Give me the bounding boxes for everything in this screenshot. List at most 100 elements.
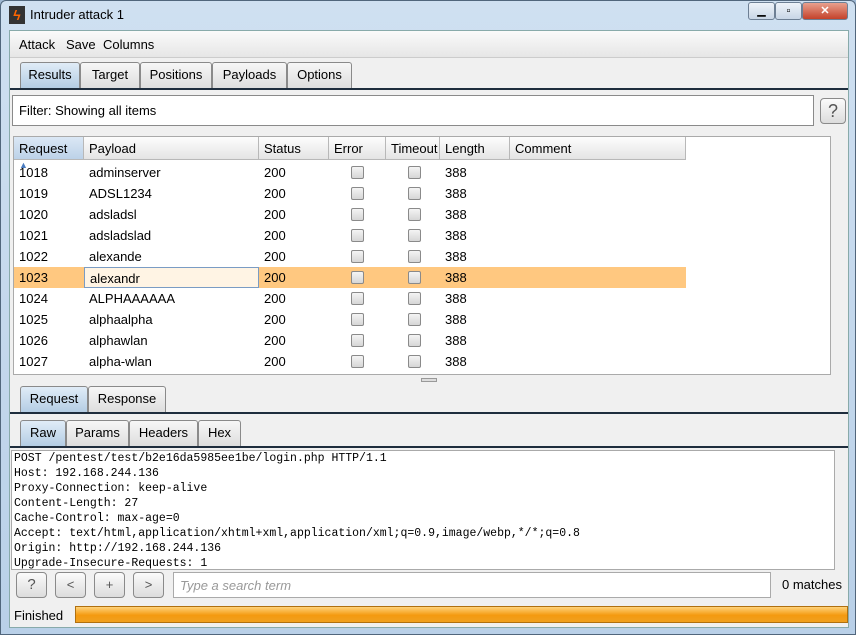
payload-cell: adsladslad: [89, 228, 152, 243]
tab-options[interactable]: Options: [287, 62, 352, 88]
status-cell: 200: [264, 207, 286, 222]
view-tab-divider: [10, 446, 848, 448]
length-cell: 388: [445, 249, 467, 264]
comment-cell: [510, 204, 520, 225]
table-row[interactable]: 1019 ADSL1234 200 388: [14, 183, 686, 204]
error-checkbox: [351, 208, 364, 221]
split-pane-divider[interactable]: [421, 378, 437, 382]
table-row[interactable]: 1025 alphaalpha 200 388: [14, 309, 686, 330]
table-row[interactable]: 1021 adsladslad 200 388: [14, 225, 686, 246]
search-previous-button[interactable]: <: [55, 572, 86, 598]
payload-cell: alphaalpha: [89, 312, 153, 327]
length-cell: 388: [445, 333, 467, 348]
search-input[interactable]: Type a search term: [173, 572, 771, 598]
error-checkbox: [351, 166, 364, 179]
column-header-payload[interactable]: Payload: [84, 137, 259, 160]
request-line: Content-Length: 27: [14, 497, 139, 510]
maximize-button[interactable]: ▫: [775, 2, 802, 20]
table-row[interactable]: 1024 ALPHAAAAAA 200 388: [14, 288, 686, 309]
timeout-checkbox: [408, 166, 421, 179]
column-header-request[interactable]: Request ▲: [14, 137, 84, 170]
tab-raw[interactable]: Raw: [20, 420, 66, 446]
request-cell: 1026: [19, 333, 48, 348]
status-cell: 200: [264, 249, 286, 264]
close-button[interactable]: ✕: [802, 2, 848, 20]
editor-scrollbar[interactable]: ▲ ▼: [834, 451, 835, 569]
request-line: Cache-Control: max-age=0: [14, 512, 180, 525]
request-cell: 1024: [19, 291, 48, 306]
error-checkbox: [351, 187, 364, 200]
error-checkbox: [351, 355, 364, 368]
payload-cell: adsladsl: [89, 207, 137, 222]
status-cell: 200: [264, 333, 286, 348]
tab-results[interactable]: Results: [20, 62, 80, 88]
column-label: Request: [19, 141, 68, 156]
status-cell: 200: [264, 291, 286, 306]
payload-cell: alexande: [89, 249, 142, 264]
error-checkbox: [351, 250, 364, 263]
error-checkbox: [351, 334, 364, 347]
menu-attack[interactable]: Attack: [19, 37, 55, 52]
column-header-error[interactable]: Error: [329, 137, 386, 160]
request-cell: 1020: [19, 207, 48, 222]
search-next-button[interactable]: >: [133, 572, 164, 598]
status-cell: 200: [264, 186, 286, 201]
results-table: Request ▲ Payload Status Error Timeout L…: [13, 136, 831, 375]
intruder-window: ϟ Intruder attack 1 ▁ ▫ ✕ Attack Save Co…: [0, 0, 856, 635]
length-cell: 388: [445, 207, 467, 222]
tab-positions[interactable]: Positions: [140, 62, 212, 88]
column-header-comment[interactable]: Comment: [510, 137, 686, 160]
table-row[interactable]: 1027 alpha-wlan 200 388: [14, 351, 686, 372]
menu-columns[interactable]: Columns: [103, 37, 154, 52]
timeout-checkbox: [408, 187, 421, 200]
comment-cell: [510, 309, 520, 330]
payload-cell: ADSL1234: [89, 186, 152, 201]
progress-bar: [75, 606, 848, 623]
window-title: Intruder attack 1: [30, 7, 124, 22]
filter-help-button[interactable]: ?: [820, 98, 846, 124]
table-row[interactable]: 1020 adsladsl 200 388: [14, 204, 686, 225]
table-row[interactable]: 1026 alphawlan 200 388: [14, 330, 686, 351]
length-cell: 388: [445, 186, 467, 201]
request-line: POST /pentest/test/b2e16da5985ee1be/logi…: [14, 452, 387, 465]
request-line: Origin: http://192.168.244.136: [14, 542, 222, 555]
comment-cell: [510, 162, 520, 183]
tab-headers[interactable]: Headers: [129, 420, 198, 446]
request-line: Upgrade-Insecure-Requests: 1: [14, 557, 208, 570]
search-help-button[interactable]: ?: [16, 572, 47, 598]
table-row[interactable]: 1023 alexandr 200 388: [14, 267, 686, 288]
request-line: Accept: text/html,application/xhtml+xml,…: [14, 527, 580, 540]
menu-bar: Attack Save Columns: [10, 31, 848, 58]
filter-bar[interactable]: Filter: Showing all items: [12, 95, 814, 126]
tab-request[interactable]: Request: [20, 386, 88, 412]
tab-payloads[interactable]: Payloads: [212, 62, 287, 88]
request-cell: 1023: [19, 270, 48, 285]
status-cell: 200: [264, 354, 286, 369]
comment-cell: [510, 330, 520, 351]
comment-cell: [510, 246, 520, 267]
search-options-button[interactable]: +: [94, 572, 125, 598]
menu-save[interactable]: Save: [66, 37, 96, 52]
timeout-checkbox: [408, 271, 421, 284]
length-cell: 388: [445, 291, 467, 306]
length-cell: 388: [445, 312, 467, 327]
match-count: 0 matches: [782, 577, 842, 592]
tab-hex[interactable]: Hex: [198, 420, 241, 446]
comment-cell: [510, 267, 520, 288]
table-row[interactable]: 1018 adminserver 200 388: [14, 162, 686, 183]
column-header-length[interactable]: Length: [440, 137, 510, 160]
table-row[interactable]: 1022 alexande 200 388: [14, 246, 686, 267]
column-header-timeout[interactable]: Timeout: [386, 137, 440, 160]
column-header-status[interactable]: Status: [259, 137, 329, 160]
tab-divider: [10, 88, 848, 90]
raw-request-editor[interactable]: POST /pentest/test/b2e16da5985ee1be/logi…: [11, 450, 835, 570]
minimize-button[interactable]: ▁: [748, 2, 775, 20]
tab-response[interactable]: Response: [88, 386, 166, 412]
status-cell: 200: [264, 270, 286, 285]
burp-app-icon: ϟ: [9, 6, 25, 24]
tab-target[interactable]: Target: [80, 62, 140, 88]
request-cell: 1022: [19, 249, 48, 264]
tab-params[interactable]: Params: [66, 420, 129, 446]
status-text: Finished: [14, 608, 64, 623]
timeout-checkbox: [408, 355, 421, 368]
